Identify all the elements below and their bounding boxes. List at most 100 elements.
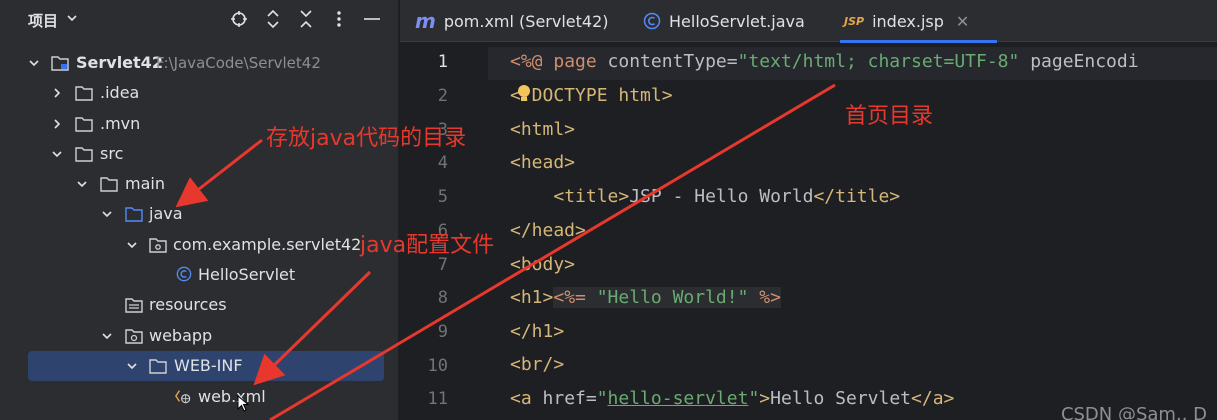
code-token: href= bbox=[542, 388, 597, 409]
class-icon bbox=[176, 266, 192, 282]
tree-item-label: com.example.servlet42 bbox=[173, 235, 362, 254]
code-line-10[interactable]: <br/> bbox=[510, 354, 564, 375]
chevron-down-icon[interactable] bbox=[29, 58, 39, 68]
code-token: Hello Servlet bbox=[770, 388, 912, 409]
line-number: 4 bbox=[437, 153, 448, 173]
project-panel-title[interactable]: 项目 bbox=[28, 10, 58, 31]
code-line-3[interactable]: <html> bbox=[510, 119, 575, 140]
collapse-all-icon[interactable] bbox=[296, 9, 316, 29]
minimize-icon[interactable] bbox=[362, 9, 382, 29]
tree-item-label: web.xml bbox=[198, 387, 266, 406]
tree-item-main[interactable]: main bbox=[0, 169, 398, 199]
tab-bar: m pom.xml (Servlet42) HelloServlet.java … bbox=[400, 0, 1217, 43]
code-line-5[interactable]: <title>JSP - Hello World</title> bbox=[510, 186, 900, 207]
line-number: 5 bbox=[437, 187, 448, 207]
project-panel-header: 项目 bbox=[0, 0, 398, 38]
code-token: <%@ bbox=[510, 51, 554, 72]
folder-icon bbox=[149, 359, 167, 374]
line-number: 10 bbox=[427, 356, 448, 376]
code-token: "Hello World!" bbox=[596, 287, 749, 308]
tree-item-java[interactable]: java bbox=[0, 199, 398, 229]
chevron-down-icon[interactable] bbox=[102, 331, 112, 341]
lightbulb-icon[interactable] bbox=[516, 84, 532, 104]
line-number: 1 bbox=[437, 52, 448, 72]
code-line-1[interactable]: <%@ page contentType="text/html; charset… bbox=[510, 51, 1139, 72]
line-number: 8 bbox=[437, 288, 448, 308]
code-token: </a> bbox=[911, 388, 955, 409]
code-line-9[interactable]: </h1> bbox=[510, 321, 564, 342]
chevron-right-icon[interactable] bbox=[52, 119, 62, 129]
line-number: 9 bbox=[437, 322, 448, 342]
folder-icon bbox=[75, 147, 93, 162]
annotation-java-dir: 存放java代码的目录 bbox=[266, 126, 467, 151]
code-token: <%= bbox=[553, 287, 597, 308]
crosshair-icon[interactable] bbox=[229, 9, 249, 29]
line-number: 11 bbox=[427, 389, 448, 409]
tree-item-web-xml[interactable]: web.xml bbox=[0, 382, 398, 412]
chevron-right-icon[interactable] bbox=[52, 88, 62, 98]
chevron-down-icon[interactable] bbox=[67, 13, 77, 23]
tree-item-label: resources bbox=[149, 295, 227, 314]
tree-item-label: .idea bbox=[100, 83, 140, 102]
tab-label: pom.xml (Servlet42) bbox=[443, 11, 609, 31]
chevron-down-icon[interactable] bbox=[102, 209, 112, 219]
folder-icon bbox=[100, 177, 118, 192]
resources-folder-icon bbox=[125, 298, 143, 313]
tree-item-label: java bbox=[149, 204, 183, 223]
tab-label: HelloServlet.java bbox=[669, 11, 805, 31]
tab-pom-xml[interactable]: m pom.xml (Servlet42) bbox=[415, 0, 609, 42]
close-tab-icon[interactable]: ✕ bbox=[956, 12, 969, 31]
tab-index-jsp[interactable]: JSP index.jsp ✕ bbox=[839, 0, 998, 43]
maven-icon: m bbox=[415, 9, 436, 33]
source-folder-icon bbox=[125, 207, 143, 222]
code-token: pageEncodi bbox=[1019, 51, 1139, 72]
chevron-down-icon[interactable] bbox=[127, 240, 137, 250]
code-token: <title> bbox=[553, 186, 630, 207]
package-icon bbox=[149, 238, 167, 253]
code-line-8[interactable]: <h1><%= "Hello World!" %> bbox=[510, 287, 781, 308]
code-line-7[interactable]: <body> bbox=[510, 254, 575, 275]
annotation-java-config: java配置文件 bbox=[360, 233, 495, 258]
tree-item-package[interactable]: com.example.servlet42 bbox=[0, 230, 398, 260]
class-icon bbox=[643, 12, 661, 30]
code-line-4[interactable]: <head> bbox=[510, 152, 575, 173]
tree-item-label: WEB-INF bbox=[174, 356, 243, 375]
code-token: " bbox=[596, 388, 608, 409]
chevron-down-icon[interactable] bbox=[127, 361, 137, 371]
code-token: "text/html; charset=UTF-8" bbox=[737, 51, 1020, 72]
code-line-11[interactable]: <a href="hello-servlet">Hello Servlet</a… bbox=[510, 388, 954, 409]
code-token: <h1> bbox=[510, 287, 554, 308]
folder-icon bbox=[75, 117, 93, 132]
annotation-home-dir: 首页目录 bbox=[845, 104, 934, 129]
code-line-6[interactable]: </head> bbox=[510, 220, 586, 241]
tree-item-resources[interactable]: resources bbox=[0, 290, 398, 320]
tree-item-web-inf[interactable]: WEB-INF bbox=[28, 351, 384, 381]
tree-item-label: webapp bbox=[149, 326, 213, 345]
more-options-icon[interactable] bbox=[329, 9, 349, 29]
tree-item-servlet42[interactable]: Servlet42 F:\JavaCode\Servlet42 bbox=[0, 48, 398, 78]
jsp-icon: JSP bbox=[844, 14, 865, 28]
tree-item-webapp[interactable]: webapp bbox=[0, 321, 398, 351]
tree-item-path: F:\JavaCode\Servlet42 bbox=[156, 54, 321, 72]
folder-icon bbox=[75, 86, 93, 101]
code-token: JSP - Hello World bbox=[629, 186, 814, 207]
editor: m pom.xml (Servlet42) HelloServlet.java … bbox=[400, 0, 1217, 420]
tree-item-label: src bbox=[100, 144, 124, 163]
code-token: contentType= bbox=[607, 51, 738, 72]
tab-helloservlet-java[interactable]: HelloServlet.java bbox=[643, 0, 805, 42]
watermark: CSDN @Sam.. D bbox=[1060, 404, 1207, 420]
tree-item-label: HelloServlet bbox=[198, 265, 296, 284]
tree-item-label: Servlet42 bbox=[76, 53, 163, 72]
tree-item-label: .mvn bbox=[100, 114, 141, 133]
tree-item-idea[interactable]: .idea bbox=[0, 78, 398, 108]
code-token: hello-servlet bbox=[607, 388, 749, 409]
web-folder-icon bbox=[125, 329, 143, 344]
code-line-2[interactable]: <!DOCTYPE html> bbox=[510, 85, 673, 106]
code-token: > bbox=[759, 388, 771, 409]
mouse-cursor-icon bbox=[237, 395, 249, 412]
chevron-down-icon[interactable] bbox=[52, 149, 62, 159]
tree-item-helloservlet[interactable]: HelloServlet bbox=[0, 260, 398, 290]
chevron-down-icon[interactable] bbox=[77, 179, 87, 189]
expand-all-icon[interactable] bbox=[263, 9, 283, 29]
tab-label: index.jsp bbox=[872, 11, 944, 31]
